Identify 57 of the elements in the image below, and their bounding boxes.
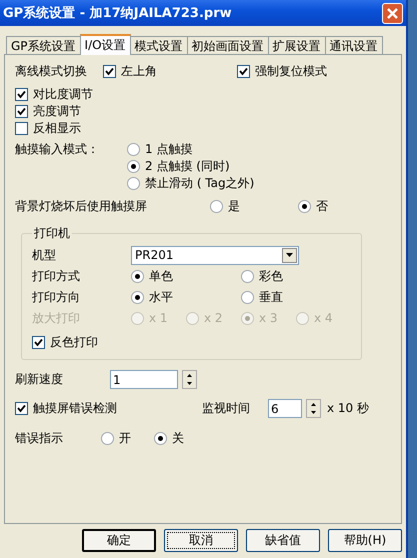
radio-button[interactable]: 是 (210, 198, 298, 215)
dialog-button[interactable]: 帮助(H) (328, 529, 402, 552)
radio-button[interactable]: 否 (298, 198, 328, 215)
field-label: 触摸输入模式： (15, 141, 100, 158)
tab[interactable]: 扩展设置 (268, 36, 326, 54)
field-label: 打印方向 (32, 288, 81, 306)
radio-button[interactable]: 单色 (131, 268, 241, 284)
spin-button[interactable] (182, 370, 197, 389)
dropdown-arrow-icon (286, 253, 293, 257)
radio-button[interactable]: 禁止滑动 ( Tag之外) (127, 175, 254, 192)
dialog-button[interactable]: 缺省值 (246, 529, 320, 552)
radio-button[interactable]: 开 (101, 430, 154, 447)
check-icon (17, 404, 26, 413)
field-label: 打印方式 (32, 268, 81, 284)
checkbox[interactable]: 强制复位模式 (237, 63, 327, 80)
down-arrow-icon (311, 411, 316, 414)
down-arrow-icon (187, 382, 192, 386)
checkbox[interactable]: 触摸屏错误检测 (15, 400, 202, 417)
field-label: 离线模式切换 (15, 63, 88, 80)
radio-button[interactable]: 2 点触摸 (同时) (127, 158, 254, 175)
group-title: 打印机 (33, 225, 71, 242)
checkbox[interactable]: 反相显示 (15, 120, 391, 137)
radio-button[interactable]: 1 点触摸 (127, 141, 254, 158)
field-label: 错误指示 (15, 430, 64, 447)
checkbox[interactable]: 亮度调节 (15, 103, 391, 120)
close-icon (386, 6, 399, 20)
field-label: 背景灯烧坏后使用触摸屏 (15, 198, 148, 215)
dialog-button[interactable]: 取消 (164, 529, 238, 552)
checkbox[interactable]: 反色打印 (32, 334, 98, 351)
tab[interactable]: I/O设置 (80, 34, 131, 55)
tab[interactable]: 通讯设置 (324, 36, 383, 54)
unit-label: x 10 秒 (327, 400, 369, 417)
up-arrow-icon (311, 402, 316, 406)
field-label: 刷新速度 (15, 371, 64, 388)
radio-button[interactable]: 关 (154, 430, 207, 447)
model-dropdown[interactable]: PR201 (131, 246, 299, 264)
field-label: 机型 (32, 246, 57, 264)
refresh-speed-input[interactable]: 1 (110, 370, 178, 389)
radio-button[interactable]: 彩色 (241, 268, 351, 284)
check-icon (105, 67, 114, 76)
up-arrow-icon (187, 374, 192, 377)
monitor-time-input[interactable]: 6 (268, 399, 302, 418)
dialog-button[interactable]: 确定 (82, 529, 156, 552)
field-label: 监视时间 (202, 400, 251, 417)
window-title: GP系统设置 - 加17纳JAILA723.prw (3, 4, 232, 22)
check-icon (34, 338, 43, 347)
check-icon (239, 67, 248, 76)
close-button[interactable] (382, 2, 403, 24)
field-label: 放大打印 (32, 310, 81, 326)
tab[interactable]: GP系统设置 (6, 36, 81, 54)
checkbox[interactable]: 对比度调节 (15, 86, 391, 103)
tab[interactable]: 初始画面设置 (186, 36, 269, 54)
spin-button[interactable] (306, 399, 321, 418)
tab[interactable]: 模式设置 (130, 36, 188, 54)
radio-button[interactable]: 水平 (131, 288, 241, 306)
radio-button[interactable]: 垂直 (241, 288, 351, 306)
checkbox[interactable]: 左上角 (103, 63, 237, 80)
